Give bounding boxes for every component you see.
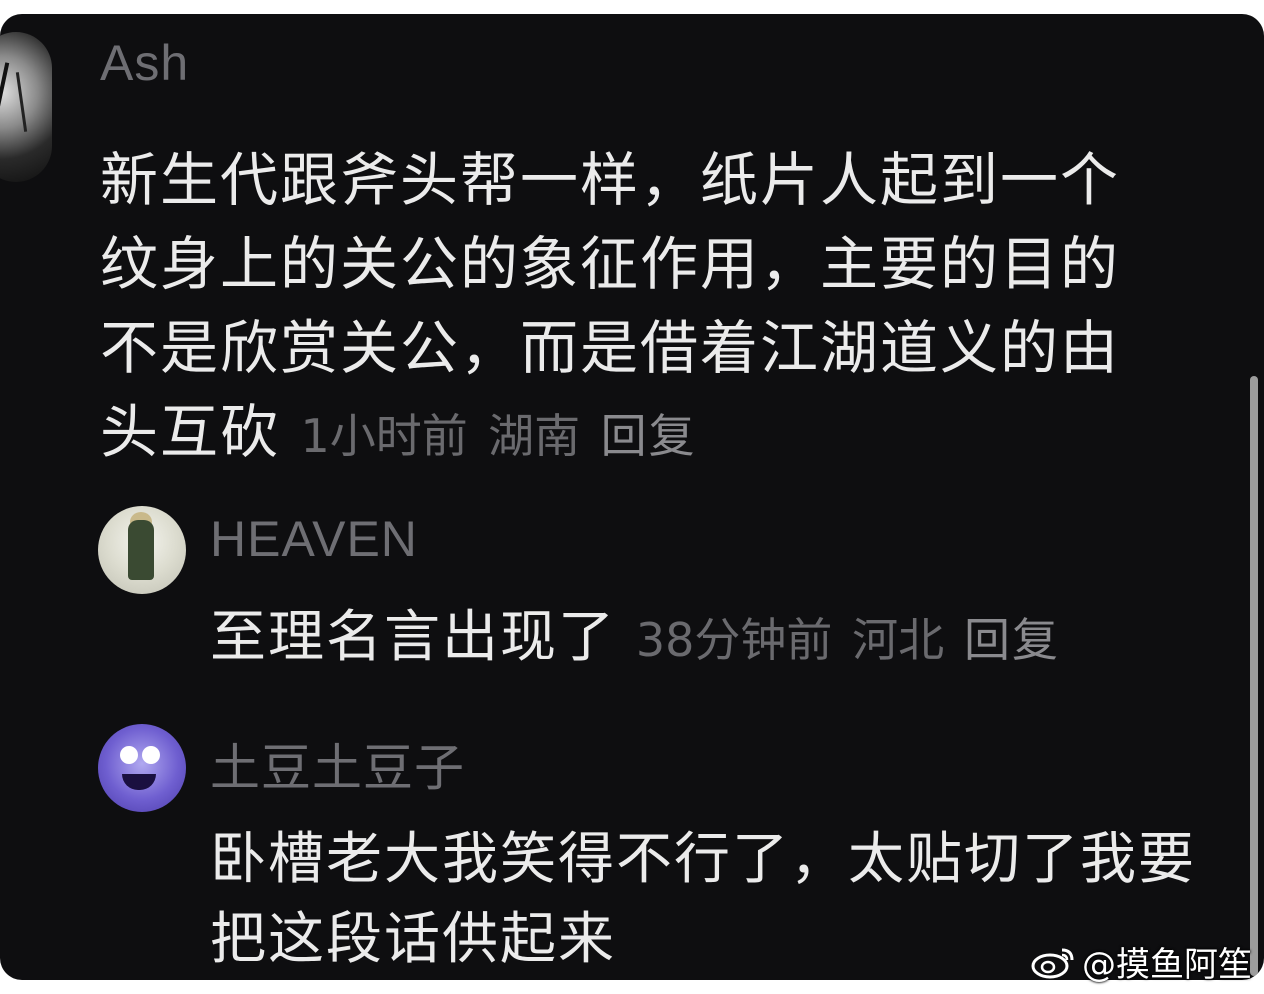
reply-location: 河北 [852, 613, 945, 667]
watermark: @摸鱼阿笙 [1030, 937, 1252, 986]
avatar[interactable] [98, 724, 186, 812]
username[interactable]: HEAVEN [210, 510, 418, 568]
reply-button[interactable]: 回复 [601, 409, 697, 463]
reply-time: 38分钟前 [635, 613, 833, 667]
scrollbar[interactable] [1250, 376, 1258, 976]
comment-location: 湖南 [488, 409, 581, 463]
avatar[interactable] [0, 32, 52, 182]
comment-thread: Ash 新生代跟斧头帮一样，纸片人起到一个纹身上的关公的象征作用，主要的目的不是… [0, 14, 1264, 980]
watermark-text: @摸鱼阿笙 [1082, 945, 1252, 985]
username[interactable]: Ash [100, 34, 189, 92]
reply-button[interactable]: 回复 [964, 613, 1060, 667]
avatar[interactable] [98, 506, 186, 594]
reply-text: 至理名言出现了 38分钟前 河北 回复 [210, 598, 1220, 680]
comment-time: 1小时前 [300, 409, 468, 463]
weibo-icon [1030, 944, 1076, 980]
comment-text: 新生代跟斧头帮一样，纸片人起到一个纹身上的关公的象征作用，主要的目的不是欣赏关公… [100, 138, 1160, 478]
username[interactable]: 土豆土豆子 [210, 728, 465, 800]
reply-body: 至理名言出现了 [210, 605, 616, 670]
